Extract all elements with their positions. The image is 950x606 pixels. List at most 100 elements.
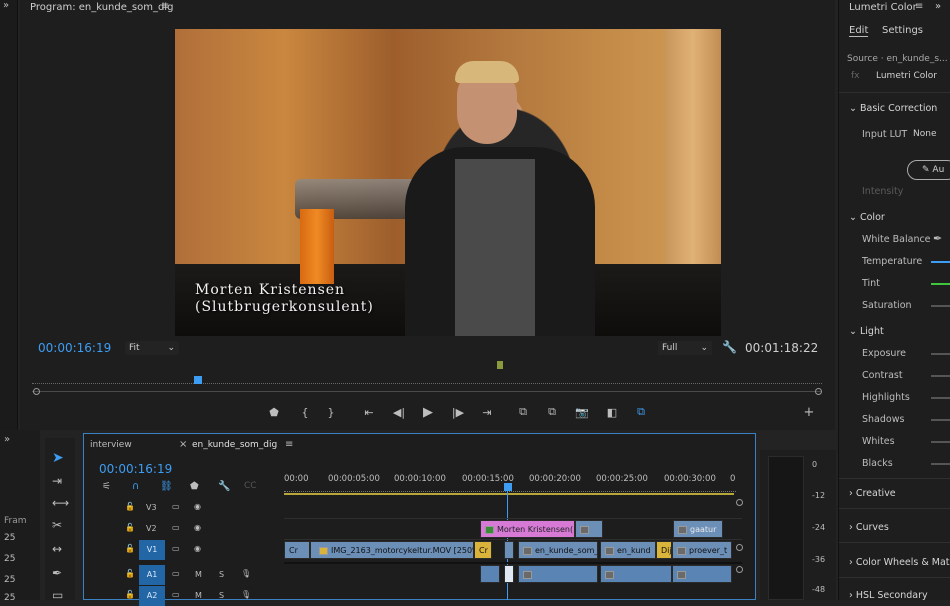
wrench-icon[interactable]: 🔧 [218,481,230,492]
scroll-handle-left[interactable] [33,388,40,395]
wrench-icon[interactable]: 🔧 [722,340,737,354]
audio-clip-a1-selected[interactable] [504,565,514,583]
tab-sequence[interactable]: en_kunde_som_dig [192,440,277,450]
expand-panels-icon[interactable]: » [4,434,10,445]
scroll-handle-right[interactable] [815,388,822,395]
audio-clip-a1[interactable] [480,565,500,583]
panel-menu-icon[interactable]: ≡ [915,1,923,12]
playhead-handle[interactable] [504,483,512,491]
tab-settings[interactable]: Settings [882,25,923,36]
timeline-timecode[interactable]: 00:00:16:19 [99,462,172,476]
v-scroll-handle[interactable] [736,499,743,506]
mark-out-icon[interactable]: } [322,405,340,419]
extract-icon[interactable]: ⧉ [543,405,561,419]
saturation-slider[interactable] [931,305,950,307]
audio-clip-a1[interactable] [672,565,732,583]
audio-clip-a1[interactable] [518,565,598,583]
slip-tool-icon[interactable]: ↔ [52,542,62,556]
go-to-in-icon[interactable]: ⇤ [360,405,378,419]
work-area-bar[interactable] [284,493,734,495]
eye-icon[interactable]: ◉ [194,502,201,511]
exposure-slider[interactable] [931,353,950,355]
track-label[interactable]: A2 [139,586,165,606]
pen-tool-icon[interactable]: ✒ [52,566,62,580]
blacks-slider[interactable] [931,463,950,465]
comparison-view-icon[interactable]: ◧ [603,405,621,419]
lock-icon[interactable]: 🔓 [125,523,135,532]
whites-slider[interactable] [931,441,950,443]
v-scroll-handle[interactable] [736,544,743,551]
panel-menu-icon[interactable]: ≡ [161,1,169,12]
eye-icon[interactable]: ◉ [194,523,201,532]
eyedropper-icon[interactable]: ✒ [933,232,942,245]
step-back-icon[interactable]: ◀| [390,405,408,419]
clip-v1-seq1[interactable]: en_kunde_som_ [518,541,598,559]
lock-icon[interactable]: 🔓 [125,544,135,553]
audio-clip-a1[interactable] [600,565,672,583]
clip-v1-seq2[interactable]: en_kund [600,541,656,559]
contrast-slider[interactable] [931,375,950,377]
source-label[interactable]: Source · en_kunde_s... [847,54,948,64]
expand-panels-icon[interactable]: » [3,0,9,11]
lock-icon[interactable]: 🔓 [125,590,135,599]
sync-lock-icon[interactable]: ▭ [172,544,180,553]
track-select-icon[interactable]: ⇥ [52,474,62,488]
clip-v2-b[interactable] [575,520,603,538]
captions-icon[interactable]: CC [244,481,257,491]
clip-v2-gaatur[interactable]: gaatur [673,520,723,538]
lift-icon[interactable]: ⧉ [514,405,532,419]
auto-button[interactable]: ✎ Au [907,160,950,180]
clip-v1-di[interactable]: Dij [656,541,672,559]
zoom-level-select[interactable]: Fit ⌄ [125,341,179,355]
step-forward-icon[interactable]: |▶ [449,405,467,419]
highlights-slider[interactable] [931,397,950,399]
nest-icon[interactable]: ⚟ [102,481,111,492]
proxy-toggle-icon[interactable]: ⧉ [632,405,650,419]
clip-v1-small[interactable] [504,541,514,559]
ripple-edit-icon[interactable]: ⟷ [52,496,69,510]
tab-edit[interactable]: Edit [849,25,869,37]
razor-tool-icon[interactable]: ✂ [52,518,62,532]
clip-v1-cr[interactable]: Cr [284,541,310,559]
clip-v1-cr2[interactable]: Cr [474,541,492,559]
lock-icon[interactable]: 🔓 [125,502,135,511]
add-marker-icon[interactable]: ⬟ [265,405,283,419]
tab-interview[interactable]: interview [90,440,132,450]
export-frame-icon[interactable]: 📷 [573,405,591,419]
video-frame[interactable]: Morten Kristensen (Slutbrugerkonsulent) [175,29,721,336]
close-icon[interactable]: × [179,439,187,450]
solo-button[interactable]: S [219,591,224,600]
solo-button[interactable]: S [219,570,224,579]
clip-v1-proever[interactable]: proever_t [672,541,732,559]
timeline-ruler[interactable]: 00:00 00:00:05:00 00:00:10:00 00:00:15:0… [284,472,744,494]
button-editor-plus-icon[interactable]: + [800,405,818,420]
clip-v1-main[interactable]: IMG_2163_motorcykeltur.MOV [250%] [310,541,474,559]
light-section-header[interactable]: ⌄ Light [849,326,884,337]
track-label[interactable]: V1 [139,540,165,560]
microphone-icon[interactable]: 🎙 [241,569,251,578]
marker-icon[interactable] [497,361,503,369]
effect-name[interactable]: Lumetri Color [876,71,937,81]
snap-magnet-icon[interactable]: ∩ [132,481,139,492]
shadows-slider[interactable] [931,419,950,421]
a-scroll-handle[interactable] [736,566,743,573]
mute-button[interactable]: M [195,570,202,579]
sync-lock-icon[interactable]: ▭ [172,569,180,578]
mark-in-icon[interactable]: { [296,405,314,419]
clip-v2-title[interactable]: Morten Kristensen( [480,520,575,538]
add-marker-icon[interactable]: ⬟ [190,481,199,492]
time-ruler[interactable] [32,376,822,384]
mute-button[interactable]: M [195,591,202,600]
temperature-slider[interactable] [931,261,950,263]
tint-slider[interactable] [931,283,950,285]
linked-selection-icon[interactable]: ⛓ [160,481,173,492]
go-to-out-icon[interactable]: ⇥ [478,405,496,419]
input-lut-select[interactable]: None [909,127,950,141]
creative-section-header[interactable]: › Creative [849,488,896,499]
basic-correction-header[interactable]: ⌄ Basic Correction [849,103,937,114]
track-label[interactable]: A1 [139,565,165,585]
playback-resolution-select[interactable]: Full ⌄ [658,341,712,355]
hsl-secondary-section-header[interactable]: › HSL Secondary [849,590,928,601]
sync-lock-icon[interactable]: ▭ [172,502,180,511]
selection-tool-icon[interactable]: ➤ [52,450,64,466]
